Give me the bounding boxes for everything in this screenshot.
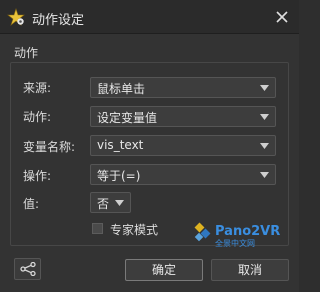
variable-name-label: 变量名称: — [23, 140, 76, 154]
app-star-icon — [7, 8, 25, 26]
value-dropdown[interactable]: 否 — [90, 192, 131, 213]
title-bar[interactable]: 动作设定 — [0, 0, 299, 34]
chevron-down-icon — [260, 172, 269, 178]
operation-value: 等于(=) — [97, 169, 141, 183]
source-value: 鼠标单击 — [97, 82, 146, 96]
action-dropdown[interactable]: 设定变量值 — [90, 106, 276, 127]
operation-dropdown[interactable]: 等于(=) — [90, 164, 276, 185]
chevron-down-icon — [260, 85, 269, 91]
window-title: 动作设定 — [32, 13, 85, 28]
cancel-button[interactable]: 取消 — [211, 259, 289, 281]
share-button[interactable] — [14, 258, 41, 280]
variable-name-dropdown[interactable]: vis_text — [90, 135, 276, 156]
value-label: 值: — [23, 197, 40, 211]
action-value: 设定变量值 — [97, 111, 158, 125]
pano2vr-watermark-logo: Pano2VR 全景中文网 — [194, 222, 280, 248]
value-value: 否 — [97, 197, 110, 211]
operation-label: 操作: — [23, 169, 52, 183]
close-icon[interactable] — [274, 9, 290, 25]
watermark-brand: Pano2VR — [215, 224, 280, 239]
source-dropdown[interactable]: 鼠标单击 — [90, 77, 276, 98]
chevron-down-icon — [260, 114, 269, 120]
chevron-down-icon — [115, 200, 124, 206]
ok-button[interactable]: 确定 — [125, 259, 203, 281]
watermark-sub: 全景中文网 — [215, 238, 255, 248]
source-label: 来源: — [23, 81, 52, 95]
chevron-down-icon — [260, 143, 269, 149]
variable-name-value: vis_text — [97, 138, 144, 152]
share-icon — [20, 262, 36, 276]
action-label: 动作: — [23, 110, 52, 124]
action-settings-dialog: 动作设定 动作 来源: 鼠标单击 动作: 设定变量值 变量名称: vis_tex… — [0, 0, 299, 292]
checkbox-box[interactable] — [92, 223, 103, 234]
expert-mode-label: 专家模式 — [110, 223, 159, 237]
section-label-action: 动作 — [14, 46, 39, 60]
